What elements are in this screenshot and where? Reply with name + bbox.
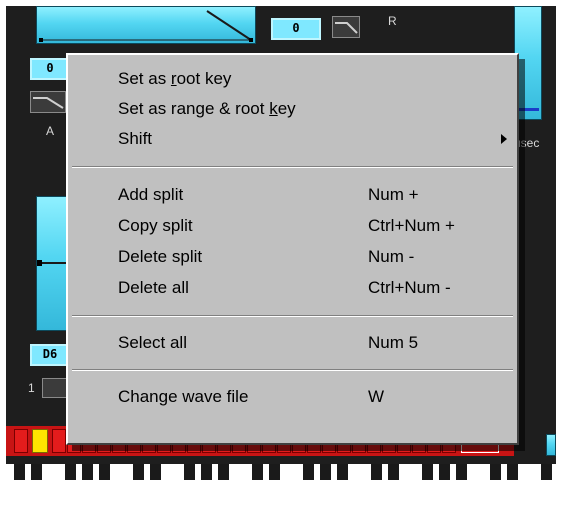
selected-key-cell[interactable] — [32, 429, 48, 453]
piano-black-key[interactable] — [99, 464, 110, 480]
piano-black-key[interactable] — [303, 464, 314, 480]
envelope-line — [39, 10, 253, 42]
menu-item-add-split[interactable]: Add split Num + — [68, 181, 517, 211]
menu-item-shift[interactable]: Shift — [68, 125, 517, 155]
menu-item-shortcut: Num - — [368, 247, 415, 266]
key-range-cell[interactable] — [52, 429, 66, 453]
value-field-1[interactable]: 0 — [271, 18, 321, 40]
menu-separator — [72, 315, 513, 317]
menu-item-label: Set as range & root key — [118, 99, 296, 118]
piano-black-key[interactable] — [14, 464, 25, 480]
piano-black-key[interactable] — [541, 464, 552, 480]
menu-item-label: Change wave file — [118, 387, 249, 406]
menu-item-label: Delete split — [118, 247, 203, 266]
piano-black-key[interactable] — [371, 464, 382, 480]
menu-item-label: Shift — [118, 129, 153, 148]
piano-black-key[interactable] — [337, 464, 348, 480]
menu-item-label: Set as root key — [118, 69, 232, 88]
side-control[interactable] — [546, 434, 556, 456]
menu-item-shortcut: Ctrl+Num - — [368, 278, 451, 297]
menu-separator — [72, 166, 513, 168]
envelope-shape-icon[interactable] — [332, 16, 360, 38]
menu-item-shortcut: Num + — [368, 185, 419, 204]
piano-black-key[interactable] — [65, 464, 76, 480]
value-field-3[interactable]: D6 — [30, 344, 70, 366]
piano-black-key[interactable] — [31, 464, 42, 480]
piano-black-key[interactable] — [507, 464, 518, 480]
piano-black-key[interactable] — [439, 464, 450, 480]
menu-item-delete-split[interactable]: Delete split Num - — [68, 243, 517, 273]
a-label: A — [46, 124, 55, 138]
menu-separator — [72, 369, 513, 371]
envelope-display-top[interactable] — [36, 6, 256, 44]
menu-item-copy-split[interactable]: Copy split Ctrl+Num + — [68, 212, 517, 242]
level-meter-line — [517, 108, 539, 111]
piano-black-key[interactable] — [422, 464, 433, 480]
piano-black-key[interactable] — [252, 464, 263, 480]
piano-black-key[interactable] — [320, 464, 331, 480]
menu-item-label: Delete all — [118, 278, 189, 297]
r-label: R — [388, 14, 397, 28]
menu-item-set-root-key[interactable]: Set as root key — [68, 65, 517, 95]
key-range-cell[interactable] — [14, 429, 28, 453]
piano-black-key[interactable] — [82, 464, 93, 480]
menu-item-select-all[interactable]: Select all Num 5 — [68, 329, 517, 359]
piano-black-key[interactable] — [184, 464, 195, 480]
piano-black-key[interactable] — [388, 464, 399, 480]
one-label: 1 — [28, 381, 35, 395]
menu-item-change-wave-file[interactable]: Change wave file W — [68, 383, 517, 413]
menu-item-shortcut: Ctrl+Num + — [368, 216, 455, 235]
context-menu: Set as root key Set as range & root key … — [66, 53, 519, 445]
menu-item-shortcut: W — [368, 387, 385, 406]
menu-item-label: Add split — [118, 185, 184, 204]
piano-black-key[interactable] — [150, 464, 161, 480]
submenu-arrow-icon — [501, 134, 507, 144]
piano-black-key[interactable] — [133, 464, 144, 480]
piano-black-key[interactable] — [490, 464, 501, 480]
piano-black-key[interactable] — [218, 464, 229, 480]
menu-item-set-range-root-key[interactable]: Set as range & root key — [68, 95, 517, 125]
menu-item-label: Select all — [118, 333, 187, 352]
envelope-shape-icon-3[interactable] — [42, 378, 68, 398]
envelope-shape-icon-2[interactable] — [30, 91, 66, 113]
piano-keyboard[interactable] — [6, 464, 556, 495]
menu-item-label: Copy split — [118, 216, 193, 235]
menu-item-shortcut: Num 5 — [368, 333, 419, 352]
piano-black-key[interactable] — [269, 464, 280, 480]
piano-black-key[interactable] — [456, 464, 467, 480]
value-field-2[interactable]: 0 — [30, 58, 70, 80]
menu-item-delete-all[interactable]: Delete all Ctrl+Num - — [68, 274, 517, 304]
piano-black-key[interactable] — [201, 464, 212, 480]
sampler-editor-window: 0 R 0 A usec D6 1 G8 Set as root key — [6, 6, 556, 495]
